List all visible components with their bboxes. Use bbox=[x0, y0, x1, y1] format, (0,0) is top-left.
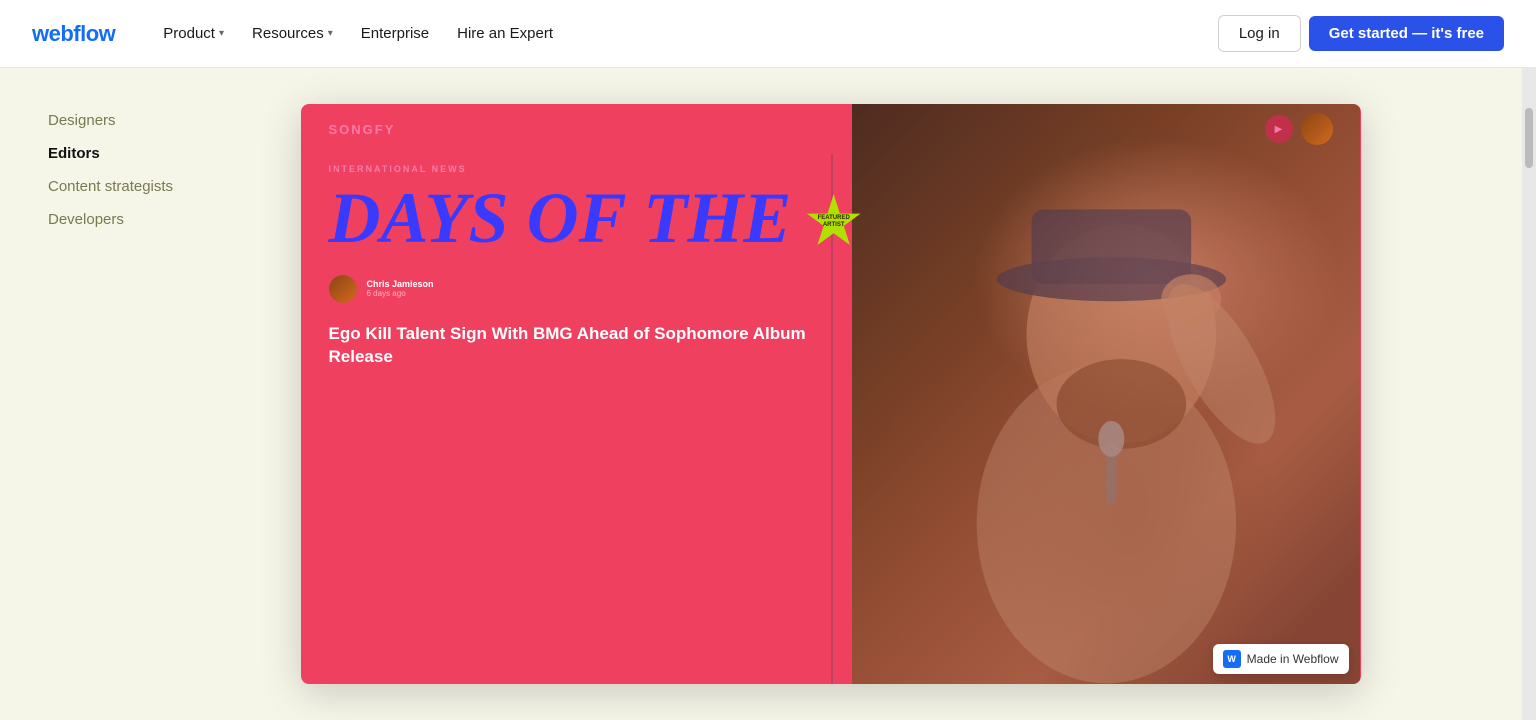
nav-enterprise[interactable]: Enterprise bbox=[349, 17, 441, 50]
webflow-icon: W bbox=[1223, 650, 1241, 668]
login-button[interactable]: Log in bbox=[1218, 15, 1301, 52]
nav-hire-expert[interactable]: Hire an Expert bbox=[445, 17, 565, 50]
songfy-content: INTERNATIONAL NEWS DAYS OF THE FEATUREDA… bbox=[301, 104, 1361, 684]
nav-resources[interactable]: Resources ▾ bbox=[240, 17, 345, 50]
sidebar-item-designers[interactable]: Designers bbox=[48, 108, 181, 133]
songfy-background: SONGFY ▶ INTERNATIONAL NEWS bbox=[301, 104, 1361, 684]
songfy-left-panel: INTERNATIONAL NEWS DAYS OF THE FEATUREDA… bbox=[301, 104, 852, 684]
songfy-header: SONGFY ▶ bbox=[301, 104, 1361, 154]
nav-actions: Log in Get started — it's free bbox=[1218, 15, 1504, 52]
preview-area: SONGFY ▶ INTERNATIONAL NEWS bbox=[205, 68, 1536, 720]
main-area: Designers Editors Content strategists De… bbox=[0, 68, 1536, 720]
scrollbar-thumb[interactable] bbox=[1525, 108, 1533, 168]
author-name: Chris Jamieson bbox=[367, 279, 434, 289]
author-avatar bbox=[329, 275, 357, 303]
featured-badge: FEATUREDARTIST bbox=[806, 194, 862, 250]
author-date: 6 days ago bbox=[367, 289, 434, 298]
made-in-webflow-label: Made in Webflow bbox=[1247, 652, 1339, 666]
signup-button[interactable]: Get started — it's free bbox=[1309, 16, 1504, 51]
sidebar-item-content-strategists[interactable]: Content strategists bbox=[48, 174, 181, 199]
songfy-logo: SONGFY bbox=[329, 122, 396, 137]
songfy-author: Chris Jamieson 6 days ago bbox=[329, 275, 824, 303]
browser-frame: SONGFY ▶ INTERNATIONAL NEWS bbox=[301, 104, 1361, 684]
chevron-down-icon: ▾ bbox=[328, 28, 333, 39]
songfy-header-right: ▶ bbox=[1265, 113, 1333, 145]
badge-star-icon: FEATUREDARTIST bbox=[806, 194, 862, 250]
chevron-down-icon: ▾ bbox=[219, 28, 224, 39]
navbar: webflow Product ▾ Resources ▾ Enterprise… bbox=[0, 0, 1536, 68]
sidebar: Designers Editors Content strategists De… bbox=[0, 68, 205, 720]
scrollbar[interactable] bbox=[1522, 68, 1536, 720]
nav-links: Product ▾ Resources ▾ Enterprise Hire an… bbox=[151, 17, 1218, 50]
nav-product[interactable]: Product ▾ bbox=[151, 17, 236, 50]
photo-overlay bbox=[852, 104, 1361, 684]
author-info: Chris Jamieson 6 days ago bbox=[367, 279, 434, 298]
avatar bbox=[1301, 113, 1333, 145]
songfy-right-panel bbox=[852, 104, 1361, 684]
person-svg bbox=[852, 104, 1361, 684]
songfy-category: INTERNATIONAL NEWS bbox=[329, 164, 824, 174]
songfy-play-icon: ▶ bbox=[1265, 115, 1293, 143]
sidebar-item-developers[interactable]: Developers bbox=[48, 207, 181, 232]
article-title: Ego Kill Talent Sign With BMG Ahead of S… bbox=[329, 323, 824, 369]
webflow-logo[interactable]: webflow bbox=[32, 21, 115, 47]
songfy-headline: DAYS OF THE bbox=[329, 186, 824, 251]
sidebar-item-editors[interactable]: Editors bbox=[48, 141, 181, 166]
made-in-webflow-badge[interactable]: W Made in Webflow bbox=[1213, 644, 1349, 674]
